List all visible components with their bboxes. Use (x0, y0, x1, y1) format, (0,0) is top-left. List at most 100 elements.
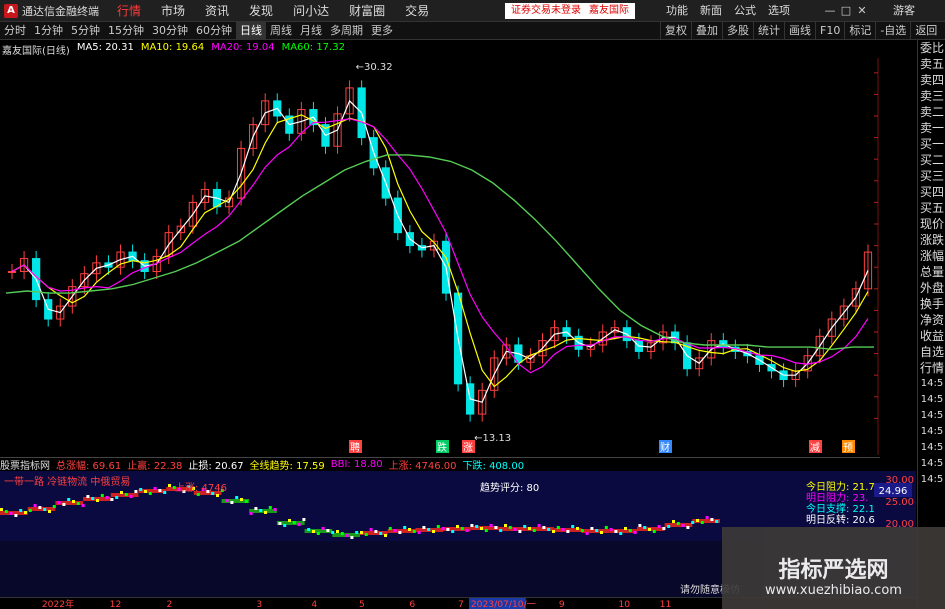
quote-field-label: 净资 (919, 313, 944, 327)
close-icon[interactable]: ✕ (854, 0, 870, 22)
menu-wealth-circle[interactable]: 财富圈 (339, 0, 395, 22)
indicator-dot (364, 533, 368, 536)
trend-band-segment (249, 509, 277, 513)
period-intraday[interactable]: 分时 (0, 22, 30, 40)
indicator-dot (240, 498, 243, 501)
indicator-dot (672, 520, 675, 523)
tool-multi-stock[interactable]: 多股 (722, 22, 753, 40)
tool-overlay[interactable]: 叠加 (691, 22, 722, 40)
indicator-dot (0, 508, 3, 511)
indicator-dot (494, 526, 498, 529)
indicator-dot (403, 526, 407, 529)
indicator-dot (556, 526, 560, 529)
indicator-dot (412, 530, 416, 533)
period-15min[interactable]: 15分钟 (104, 22, 148, 40)
quote-field-label: 卖四 (919, 73, 944, 87)
support-resistance-label: 今日支撑: 22.1 (806, 502, 875, 515)
event-marker-label[interactable]: 聘 (350, 441, 360, 454)
indicator-dot (489, 524, 493, 527)
indicator-name[interactable]: 股票指标网 (0, 457, 50, 472)
tool-f10[interactable]: F10 (815, 22, 844, 40)
app-logo-icon: A (4, 3, 18, 18)
event-marker-label[interactable]: 预 (843, 442, 853, 454)
period-60min[interactable]: 60分钟 (192, 22, 236, 40)
period-daily[interactable]: 日线 (236, 21, 266, 40)
guest-account[interactable]: 游客 (893, 0, 915, 22)
event-marker-label[interactable]: 跌 (437, 441, 447, 454)
indicator-dot (307, 528, 311, 531)
quote-field-label: 买四 (919, 185, 944, 199)
tool-draw-line[interactable]: 画线 (784, 22, 815, 40)
quote-field-label: 卖五 (919, 57, 944, 71)
tool-statistics[interactable]: 统计 (753, 22, 784, 40)
trend-band-segment (0, 511, 28, 515)
indicator-dot (52, 505, 56, 508)
menu-new-page[interactable]: 新面 (694, 0, 728, 22)
price-chart[interactable]: 30.0029.0028.0027.0026.0025.0024.0023.00… (0, 40, 880, 455)
indicator-dot (547, 528, 551, 531)
indicator-dot (513, 528, 517, 531)
indicator-dot (451, 530, 455, 533)
tool-back[interactable]: 返回 (910, 22, 941, 40)
time-tick-label: 14:5 (920, 410, 944, 421)
indicator-dot (628, 529, 632, 532)
indicator-dot (705, 516, 709, 519)
maximize-icon[interactable]: □ (838, 0, 854, 22)
menu-news[interactable]: 资讯 (195, 0, 239, 22)
menu-functions[interactable]: 功能 (660, 0, 694, 22)
support-resistance-label: 今日阻力: 21.7 (806, 480, 875, 493)
indicator-dot (432, 530, 435, 533)
time-tick-label: 14:5 (920, 442, 944, 453)
menu-market[interactable]: 市场 (151, 0, 195, 22)
indicator-dot (96, 499, 99, 502)
date-tick-label: 2022年 (42, 598, 74, 609)
indicator-dot (72, 500, 75, 503)
indicator-dot (297, 523, 301, 526)
minimize-icon[interactable]: — (822, 0, 838, 22)
event-marker-label[interactable]: 财 (660, 441, 670, 454)
indicator-dot (374, 530, 378, 533)
indicator-dot (105, 496, 109, 499)
indicator-dot (4, 510, 8, 513)
period-5min[interactable]: 5分钟 (67, 22, 104, 40)
event-marker-label[interactable]: 涨 (463, 442, 473, 454)
quote-field-label: 买五 (919, 201, 944, 215)
notice-stock-name[interactable]: 嘉友国际 (589, 3, 629, 19)
menu-formula[interactable]: 公式 (728, 0, 762, 22)
indicator-dot (67, 498, 71, 501)
period-weekly[interactable]: 周线 (266, 22, 296, 40)
indicator-dot (398, 531, 402, 534)
low-price-label: ←13.13 (474, 433, 511, 444)
trade-login-status[interactable]: 证券交易未登录 (511, 3, 581, 19)
menu-market-quotes[interactable]: 行情 (107, 0, 151, 22)
indicator-dot (662, 527, 666, 530)
indicator-dot (417, 531, 421, 534)
tool-mark[interactable]: 标记 (844, 22, 875, 40)
time-tick-label: 14:5 (920, 378, 944, 389)
period-more[interactable]: 更多 (367, 22, 397, 40)
quote-field-label: 自选 (919, 345, 944, 359)
indicator-tick-label: 25.00 (885, 497, 914, 508)
period-30min[interactable]: 30分钟 (148, 22, 192, 40)
period-monthly[interactable]: 月线 (296, 22, 326, 40)
menu-options[interactable]: 选项 (762, 0, 796, 22)
menu-ask-assistant[interactable]: 问小达 (283, 0, 339, 22)
menu-discover[interactable]: 发现 (239, 0, 283, 22)
indicator-dot (134, 490, 138, 493)
quote-field-label: 换手 (919, 297, 944, 311)
login-notice[interactable]: 证券交易未登录 嘉友国际 (505, 3, 635, 19)
indicator-dot (129, 495, 133, 498)
quote-field-label: 总量 (919, 265, 944, 279)
chart-background (0, 40, 880, 455)
tool-adjust-rights[interactable]: 复权 (660, 22, 691, 40)
tool-watchlist[interactable]: -自选 (875, 22, 910, 40)
indicator-dot (470, 524, 474, 527)
main-menu: 行情 市场 资讯 发现 问小达 财富圈 交易 (107, 0, 439, 22)
event-marker-label[interactable]: 减 (810, 442, 820, 454)
period-multi[interactable]: 多周期 (326, 22, 367, 40)
menu-trade[interactable]: 交易 (395, 0, 439, 22)
period-1min[interactable]: 1分钟 (30, 22, 67, 40)
date-tick-label: 6 (409, 599, 415, 609)
date-tick-label: 4 (311, 599, 317, 609)
indicator-dot (667, 525, 671, 528)
